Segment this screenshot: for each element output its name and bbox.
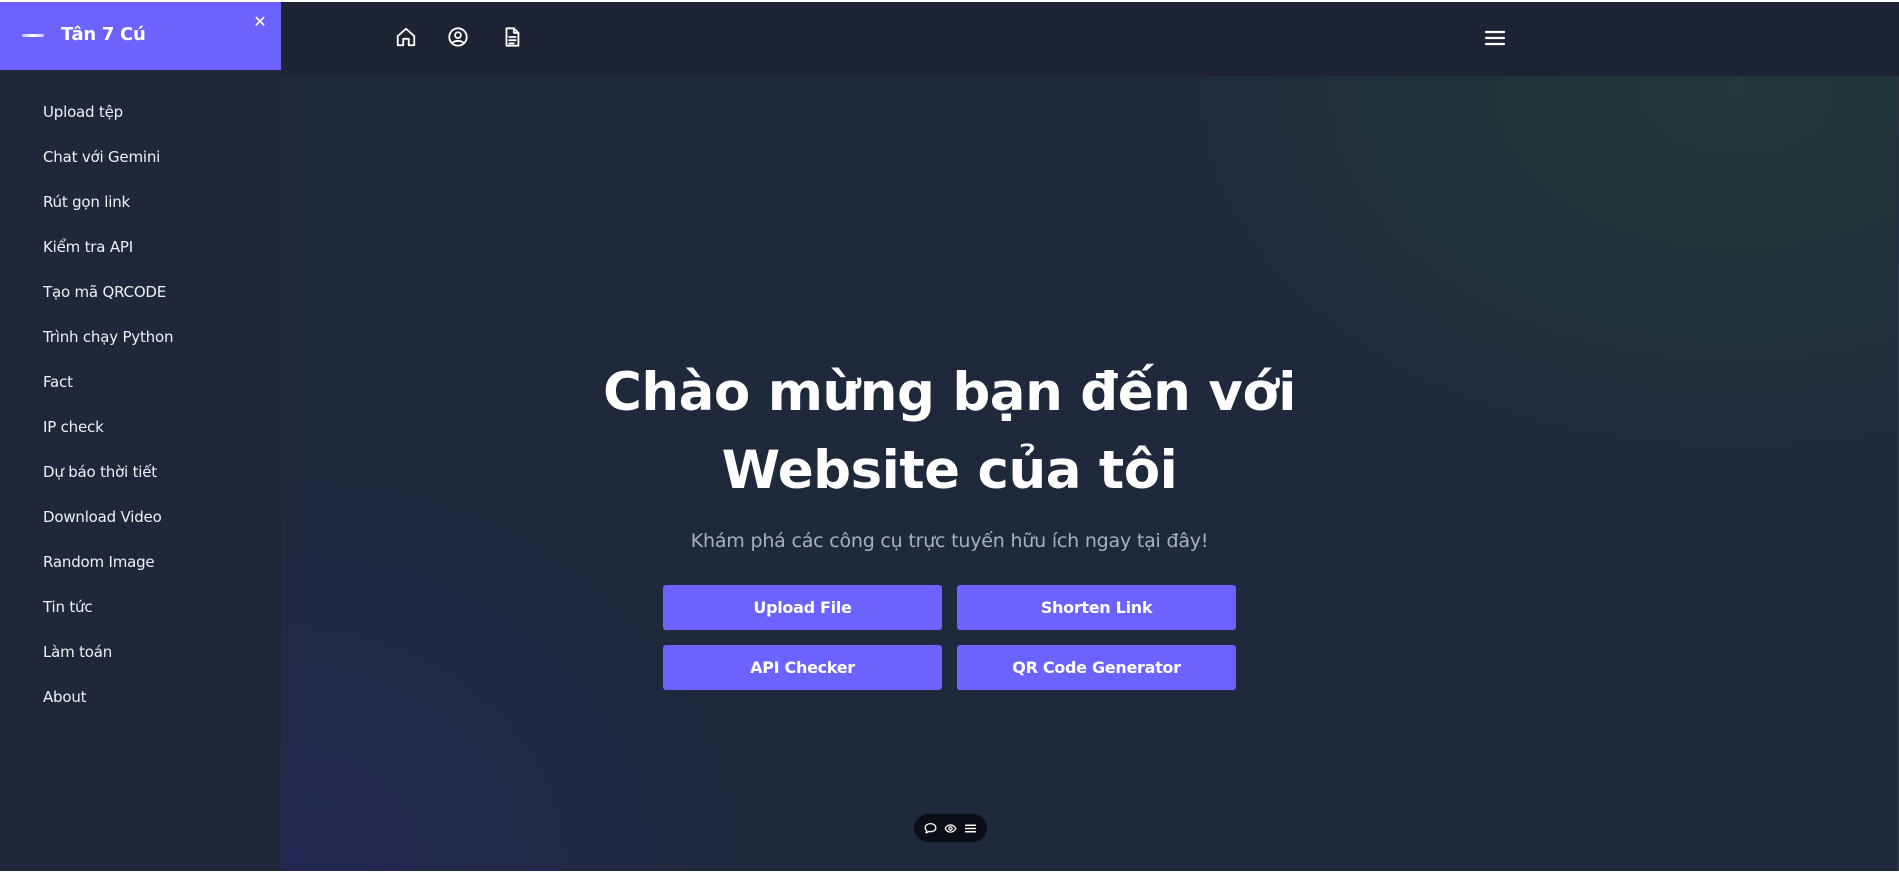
- user-circle-icon[interactable]: [445, 24, 471, 50]
- upload-file-button[interactable]: Upload File: [663, 585, 942, 630]
- close-sidebar-button[interactable]: ✕: [251, 13, 269, 31]
- eye-icon[interactable]: [942, 820, 958, 836]
- sidebar-item-python-runner[interactable]: Trình chạy Python: [43, 317, 173, 362]
- sidebar-header: Tân 7 Cú ✕: [0, 2, 281, 70]
- hero-subtitle: Khám phá các công cụ trực tuyến hữu ích …: [690, 530, 1209, 552]
- shorten-link-button[interactable]: Shorten Link: [957, 585, 1236, 630]
- floating-toolbar: [914, 814, 987, 842]
- home-icon[interactable]: [393, 24, 419, 50]
- top-navbar: [281, 2, 1899, 76]
- sidebar-item-fact[interactable]: Fact: [43, 362, 173, 407]
- brand-logo-icon: [22, 34, 44, 37]
- brand-name[interactable]: Tân 7 Cú: [61, 24, 146, 45]
- app-window: Chào mừng bạn đến với Website của tôi Kh…: [0, 2, 1899, 871]
- sidebar-item-upload-file[interactable]: Upload tệp: [43, 92, 173, 137]
- sidebar-item-download-video[interactable]: Download Video: [43, 497, 173, 542]
- document-icon[interactable]: [499, 24, 525, 50]
- sidebar-item-ip-check[interactable]: IP check: [43, 407, 173, 452]
- sidebar-item-about[interactable]: About: [43, 677, 173, 722]
- hamburger-menu-icon[interactable]: [1482, 26, 1508, 50]
- sidebar-item-weather[interactable]: Dự báo thời tiết: [43, 452, 173, 497]
- sidebar: Tân 7 Cú ✕ Upload tệp Chat với Gemini Rú…: [0, 2, 281, 871]
- sidebar-item-chat-gemini[interactable]: Chat với Gemini: [43, 137, 173, 182]
- sidebar-item-shorten-link[interactable]: Rút gọn link: [43, 182, 173, 227]
- sidebar-item-news[interactable]: Tin tức: [43, 587, 173, 632]
- hero-title-line-2: Website của tôi: [721, 440, 1178, 501]
- chat-bubble-icon[interactable]: [922, 820, 938, 836]
- list-icon[interactable]: [963, 820, 979, 836]
- sidebar-item-api-check[interactable]: Kiểm tra API: [43, 227, 173, 272]
- hero-title: Chào mừng bạn đến với Website của tôi: [281, 354, 1618, 510]
- hero-title-line-1: Chào mừng bạn đến với: [603, 362, 1296, 423]
- sidebar-item-math[interactable]: Làm toán: [43, 632, 173, 677]
- api-checker-button[interactable]: API Checker: [663, 645, 942, 690]
- qr-code-generator-button[interactable]: QR Code Generator: [957, 645, 1236, 690]
- sidebar-item-qrcode[interactable]: Tạo mã QRCODE: [43, 272, 173, 317]
- sidebar-nav: Upload tệp Chat với Gemini Rút gọn link …: [43, 92, 173, 722]
- sidebar-item-random-image[interactable]: Random Image: [43, 542, 173, 587]
